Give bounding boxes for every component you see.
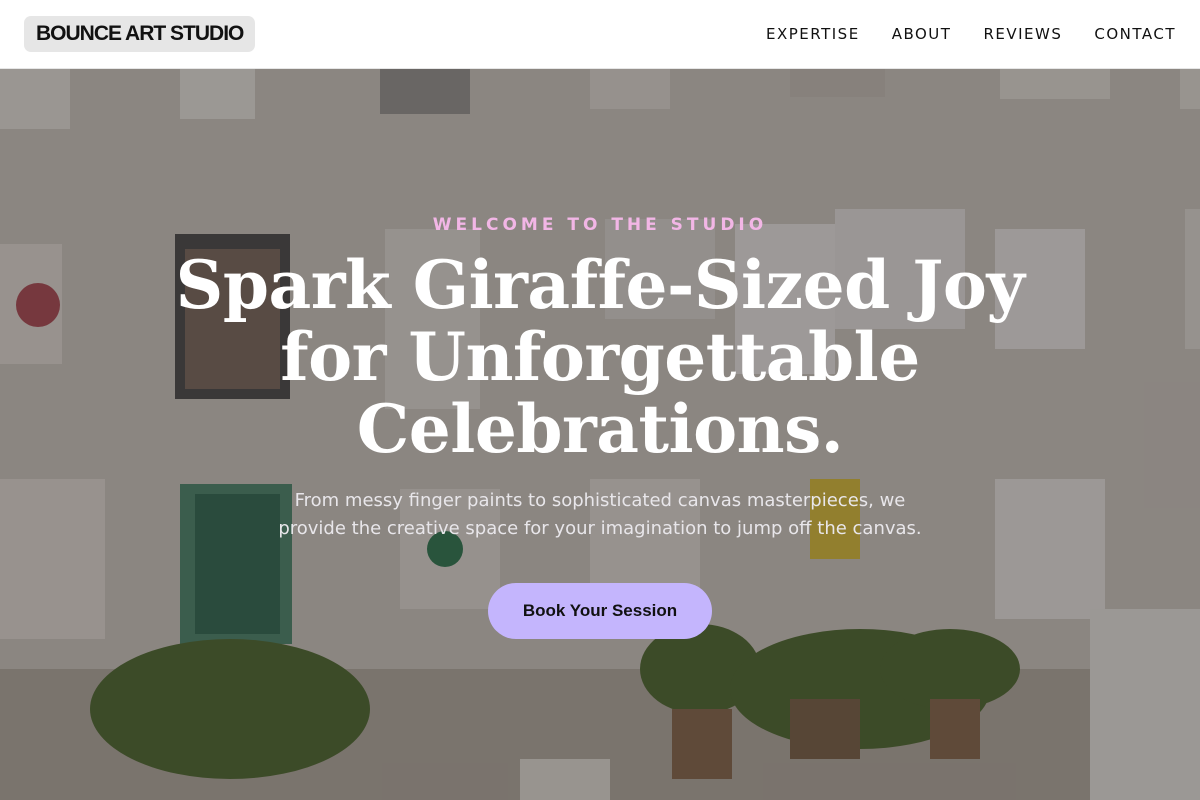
nav-link-expertise[interactable]: EXPERTISE (766, 25, 860, 43)
hero-subtext: From messy finger paints to sophisticate… (278, 490, 922, 539)
hero-headline: Spark Giraffe-Sized Joy for Unforgettabl… (175, 246, 1025, 468)
brand-logo[interactable]: BOUNCE ART STUDIO (24, 16, 256, 52)
hero-eyebrow: WELCOME TO THE STUDIO (432, 215, 768, 235)
site-header: BOUNCE ART STUDIO EXPERTISE ABOUT REVIEW… (0, 0, 1200, 69)
nav-link-contact[interactable]: CONTACT (1094, 25, 1176, 43)
nav-link-about[interactable]: ABOUT (892, 25, 952, 43)
book-session-button[interactable]: Book Your Session (488, 583, 712, 639)
nav-link-reviews[interactable]: REVIEWS (983, 25, 1062, 43)
main-nav: EXPERTISE ABOUT REVIEWS CONTACT (766, 25, 1176, 43)
hero-section: WELCOME TO THE STUDIO Spark Giraffe-Size… (0, 69, 1200, 800)
hero-content: WELCOME TO THE STUDIO Spark Giraffe-Size… (0, 69, 1200, 800)
